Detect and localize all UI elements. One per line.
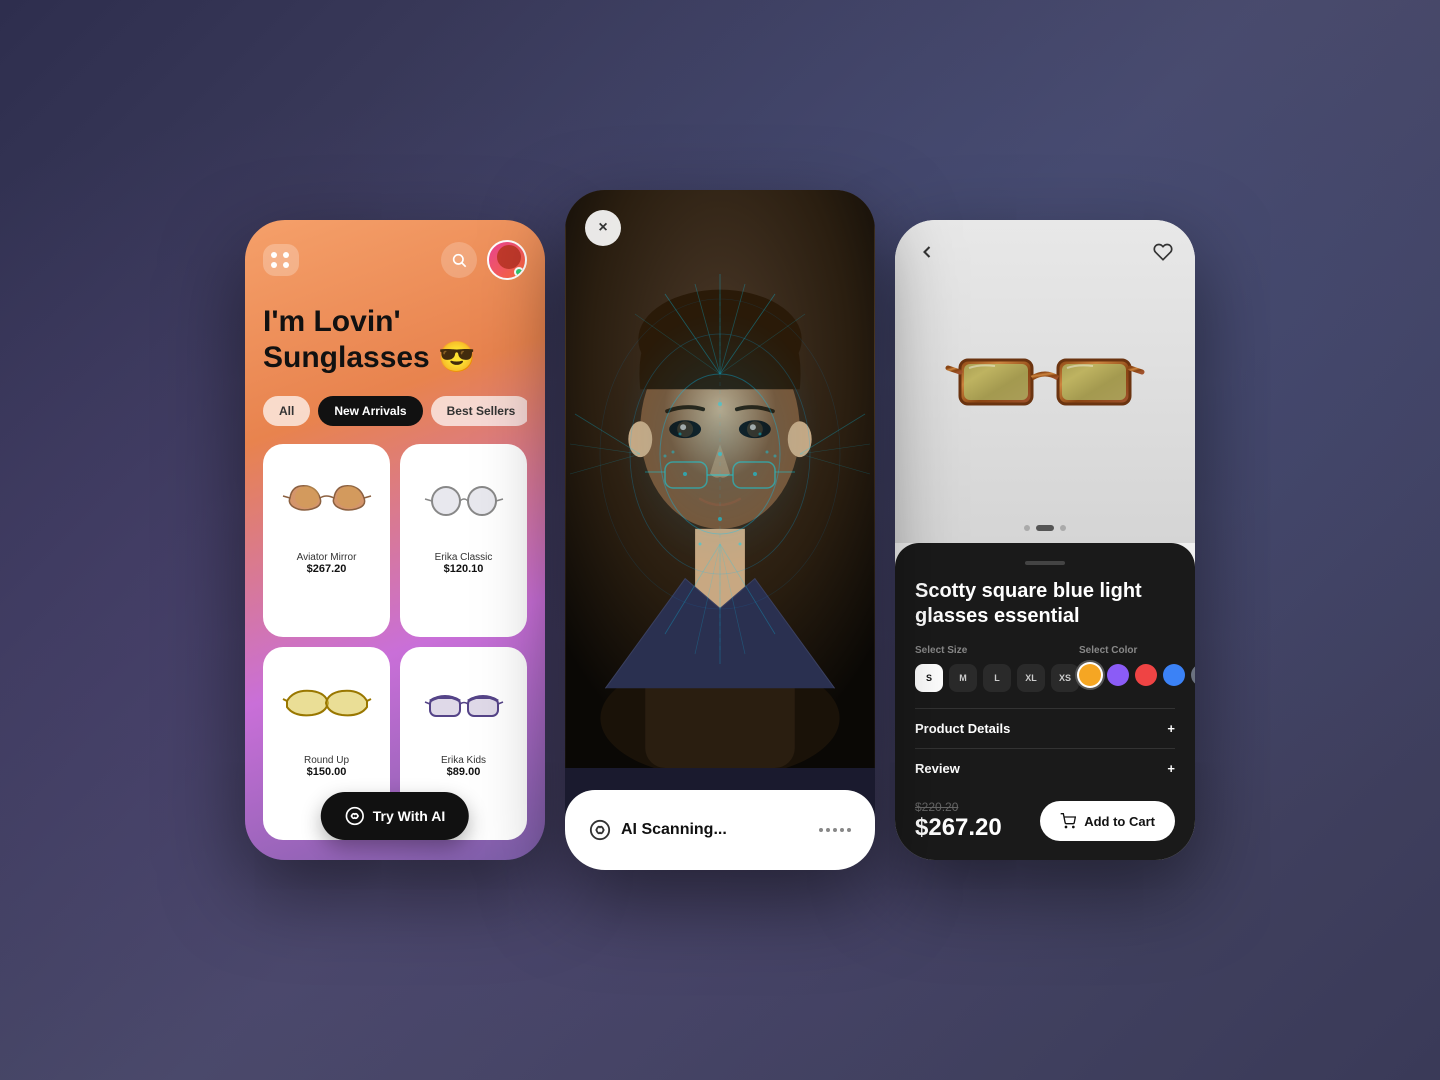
scanning-label: AI Scanning... xyxy=(621,821,727,839)
product-price-4: $89.00 xyxy=(447,766,481,778)
cart-icon xyxy=(1060,813,1076,829)
new-price: $267.20 xyxy=(915,814,1002,842)
price-cart-row: $220.20 $267.20 Add to Cart xyxy=(915,788,1175,842)
phones-container: I'm Lovin' Sunglasses 😎 All New Arrivals… xyxy=(245,210,1195,870)
menu-button[interactable] xyxy=(263,244,299,276)
add-to-cart-button[interactable]: Add to Cart xyxy=(1040,801,1175,841)
size-selector: Select Size S M L XL XS xyxy=(915,645,1079,692)
dot-2[interactable] xyxy=(1036,525,1054,531)
tab-all[interactable]: All xyxy=(263,396,310,426)
product-price-3: $150.00 xyxy=(307,766,347,778)
color-orange[interactable] xyxy=(1079,664,1101,686)
review-section[interactable]: Review + xyxy=(915,748,1175,788)
hero-title: I'm Lovin' Sunglasses 😎 xyxy=(263,304,527,376)
product-name-4: Erika Kids xyxy=(441,755,486,766)
try-ai-label: Try With AI xyxy=(373,808,445,824)
face-image xyxy=(565,190,875,768)
online-indicator xyxy=(514,267,524,277)
drag-handle[interactable] xyxy=(1025,561,1065,565)
size-m[interactable]: M xyxy=(949,664,977,692)
product-details-label: Product Details xyxy=(915,721,1010,736)
phone-product-detail: Scotty square blue light glasses essenti… xyxy=(895,220,1195,860)
size-s[interactable]: S xyxy=(915,664,943,692)
product-image-4 xyxy=(412,659,515,749)
favorite-button[interactable] xyxy=(1147,236,1179,268)
size-xs[interactable]: XS xyxy=(1051,664,1079,692)
product-card-2[interactable]: Erika Classic $120.10 xyxy=(400,444,527,637)
loading-spinner xyxy=(819,828,851,832)
color-red[interactable] xyxy=(1135,664,1157,686)
size-xl[interactable]: XL xyxy=(1017,664,1045,692)
avatar[interactable] xyxy=(487,240,527,280)
review-label: Review xyxy=(915,761,960,776)
size-l[interactable]: L xyxy=(983,664,1011,692)
color-options xyxy=(1079,664,1195,686)
size-options: S M L XL XS xyxy=(915,664,1079,692)
color-label: Select Color xyxy=(1079,645,1195,656)
search-button[interactable] xyxy=(441,242,477,278)
tab-best-sellers[interactable]: Best Sellers xyxy=(431,396,527,426)
product-image-3 xyxy=(275,659,378,749)
product-glasses-image xyxy=(945,332,1145,432)
color-blue[interactable] xyxy=(1163,664,1185,686)
products-grid: Aviator Mirror $267.20 xyxy=(263,444,527,840)
dot-1[interactable] xyxy=(1024,525,1030,531)
tab-new-arrivals[interactable]: New Arrivals xyxy=(318,396,422,426)
ai-scanning-status: AI Scanning... xyxy=(589,819,727,841)
try-ai-button[interactable]: Try With AI xyxy=(321,792,469,840)
expand-review-icon: + xyxy=(1167,761,1175,776)
ai-bottom-bar: AI Scanning... xyxy=(565,790,875,870)
old-price: $220.20 xyxy=(915,800,1002,814)
size-label: Select Size xyxy=(915,645,1079,656)
camera-view xyxy=(565,190,875,768)
product-details-section[interactable]: Product Details + xyxy=(915,708,1175,748)
product-title: Scotty square blue light glasses essenti… xyxy=(915,579,1175,629)
product-image-1 xyxy=(275,456,378,546)
product-image-section xyxy=(895,220,1195,543)
add-to-cart-label: Add to Cart xyxy=(1084,814,1155,829)
product-name-1: Aviator Mirror xyxy=(297,552,357,563)
product-image-2 xyxy=(412,456,515,546)
category-tabs: All New Arrivals Best Sellers xyxy=(263,396,527,426)
dot-3[interactable] xyxy=(1060,525,1066,531)
product-name-2: Erika Classic xyxy=(435,552,493,563)
phone1-header xyxy=(263,240,527,280)
product-price-1: $267.20 xyxy=(307,563,347,575)
price-block: $220.20 $267.20 xyxy=(915,800,1002,842)
product-card-1[interactable]: Aviator Mirror $267.20 xyxy=(263,444,390,637)
product-price-2: $120.10 xyxy=(444,563,484,575)
back-button[interactable] xyxy=(911,236,943,268)
selectors-row: Select Size S M L XL XS Select Color xyxy=(915,645,1175,692)
color-purple[interactable] xyxy=(1107,664,1129,686)
color-gray[interactable] xyxy=(1191,664,1195,686)
phone-ai-scanner: × AI Scanning... xyxy=(565,190,875,870)
phone-shopping: I'm Lovin' Sunglasses 😎 All New Arrivals… xyxy=(245,220,545,860)
header-actions xyxy=(441,240,527,280)
close-button[interactable]: × xyxy=(585,210,621,246)
image-pagination xyxy=(1024,525,1066,531)
color-selector: Select Color xyxy=(1079,645,1195,686)
scan-overlay xyxy=(565,190,875,768)
product-detail-section: Scotty square blue light glasses essenti… xyxy=(895,543,1195,860)
expand-details-icon: + xyxy=(1167,721,1175,736)
product-name-3: Round Up xyxy=(304,755,349,766)
ai-scan-icon xyxy=(589,819,611,841)
